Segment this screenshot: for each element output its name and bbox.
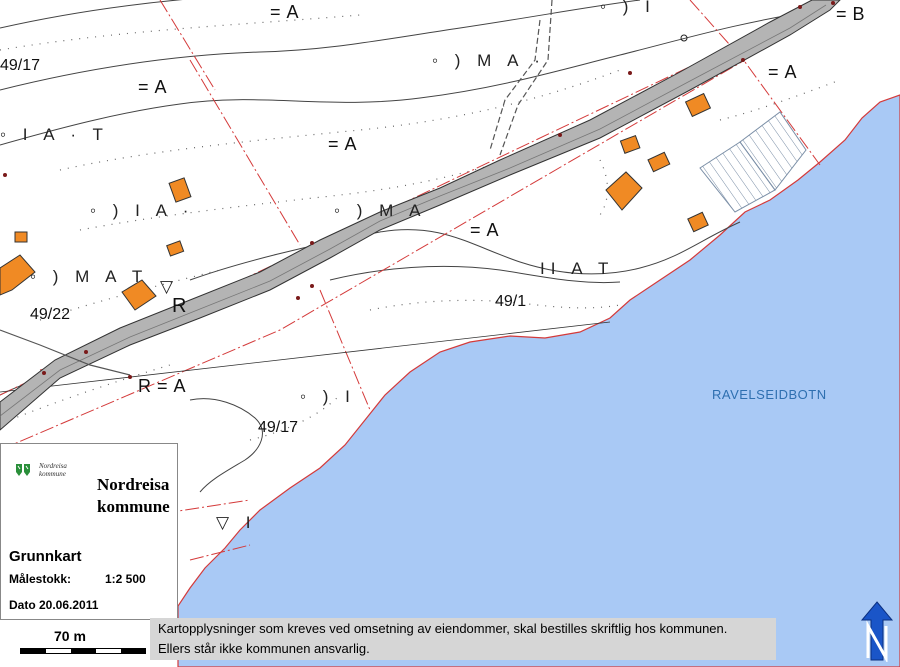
building[interactable] [14,231,28,243]
svg-text:▽ I: ▽ I [216,513,257,532]
svg-text:II A T: II A T [540,259,614,278]
landcover-code: R=A [138,376,192,396]
place-name-label: RAVELSEIDBOTN [712,387,827,402]
map-title: Grunnkart [9,548,82,565]
svg-text:◦ I A · T: ◦ I A · T [0,125,109,144]
disclaimer-line-2: Ellers står ikke kommunen ansvarlig. [158,641,370,656]
disclaimer: Kartopplysninger som kreves ved omsetnin… [150,618,776,660]
scale-value: 1:2 500 [105,572,146,586]
landcover-code: =A [470,220,505,240]
svg-text:▽: ▽ [160,277,179,296]
scale-bar-label: 70 m [54,628,86,644]
svg-text:◦ ) I: ◦ ) I [300,387,356,406]
map-date: Dato 20.06.2011 [9,598,99,612]
disclaimer-line-1: Kartopplysninger som kreves ved omsetnin… [158,621,728,636]
svg-text:◦ ) M A ·: ◦ ) M A · [432,51,546,70]
legend-panel: Nordreisa kommune Nordreisa kommune Grun… [0,443,178,620]
landcover-code: =A [328,134,363,154]
landcover-code: R [172,295,186,317]
north-arrow-icon [860,601,894,662]
scale-label: Målestokk: [9,572,72,586]
svg-text:◦ ) M A T: ◦ ) M A T [30,267,148,286]
svg-text:◦ ) I A ·: ◦ ) I A · [90,201,194,220]
parcel-label: 49/17 [258,419,298,436]
logo-text: Nordreisa kommune [39,462,67,478]
coat-of-arms-icon [16,464,30,476]
landcover-code: =B [836,4,871,24]
landcover-code: =A [768,62,803,82]
svg-text:◦ ) M A: ◦ ) M A [334,201,426,220]
scale-bar: 70 m [0,621,150,667]
svg-text:◦ ) I: ◦ ) I [600,0,656,16]
municipality-name: Nordreisa kommune [97,475,170,516]
parcel-label: 49/22 [30,306,70,323]
scale-bar-graphic [20,648,146,654]
landcover-code: =A [138,77,173,97]
landcover-code: =A [270,2,305,22]
parcel-label: 49/1 [495,293,526,310]
parcel-label: 49/17 [0,57,40,74]
